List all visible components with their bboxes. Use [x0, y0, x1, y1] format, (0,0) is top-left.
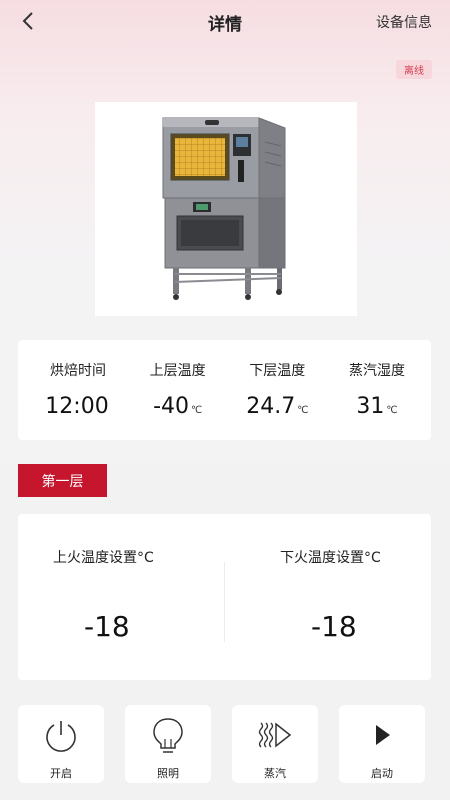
temperature-setting-card: 上火温度设置°C -18 下火温度设置°C -18 — [18, 514, 431, 680]
stat-unit: ℃ — [191, 405, 203, 416]
steam-icon — [258, 722, 292, 748]
stat-value: 24.7 — [246, 394, 296, 419]
top-fire-label: 上火温度设置°C — [53, 550, 154, 566]
light-label: 照明 — [157, 767, 179, 780]
stat-value: 31 — [356, 394, 385, 419]
control-bar: 开启 照明 蒸汽 启动 — [18, 705, 431, 785]
bottom-fire-label: 下火温度设置°C — [280, 550, 381, 566]
stats-card: 烘焙时间 12:00 上层温度 -40 ℃ 下层温度 24.7 ℃ 蒸汽湿度 31 ℃ — [18, 340, 431, 440]
stat-label: 烘焙时间 — [50, 363, 106, 379]
top-fire-setting[interactable]: 上火温度设置°C -18 — [18, 514, 224, 680]
power-label: 开启 — [50, 767, 72, 780]
layer-tab-first[interactable]: 第一层 — [18, 464, 107, 497]
stat-value: -40 — [153, 394, 189, 419]
device-info-link[interactable]: 设备信息 — [376, 12, 432, 32]
oven-image — [95, 102, 357, 316]
start-label: 启动 — [371, 767, 393, 780]
stat-label: 蒸汽湿度 — [348, 363, 405, 379]
stat-unit: ℃ — [297, 405, 309, 416]
power-button[interactable]: 开启 — [18, 705, 104, 783]
stat-unit: ℃ — [386, 405, 398, 416]
light-button[interactable]: 照明 — [125, 705, 211, 783]
stat-baking-time: 烘焙时间 12:00 — [38, 340, 118, 440]
stat-value: 12:00 — [45, 394, 109, 419]
stat-label: 下层温度 — [249, 363, 306, 379]
stat-steam-humidity: 蒸汽湿度 31 ℃ — [337, 340, 417, 440]
steam-button[interactable]: 蒸汽 — [232, 705, 318, 783]
top-fire-value[interactable]: -18 — [84, 610, 130, 643]
stat-lower-temp: 下层温度 24.7 ℃ — [237, 340, 317, 440]
bottom-fire-value[interactable]: -18 — [311, 610, 357, 643]
stat-upper-temp: 上层温度 -40 ℃ — [138, 340, 218, 440]
play-icon — [376, 725, 390, 745]
status-badge: 离线 — [396, 60, 432, 79]
bottom-fire-setting[interactable]: 下火温度设置°C -18 — [225, 514, 431, 680]
start-button[interactable]: 启动 — [339, 705, 425, 783]
lightbulb-icon — [153, 718, 183, 753]
power-icon — [46, 721, 76, 752]
stat-label: 上层温度 — [149, 363, 206, 379]
top-bar: 详情 设备信息 — [0, 0, 450, 44]
steam-label: 蒸汽 — [264, 767, 286, 780]
